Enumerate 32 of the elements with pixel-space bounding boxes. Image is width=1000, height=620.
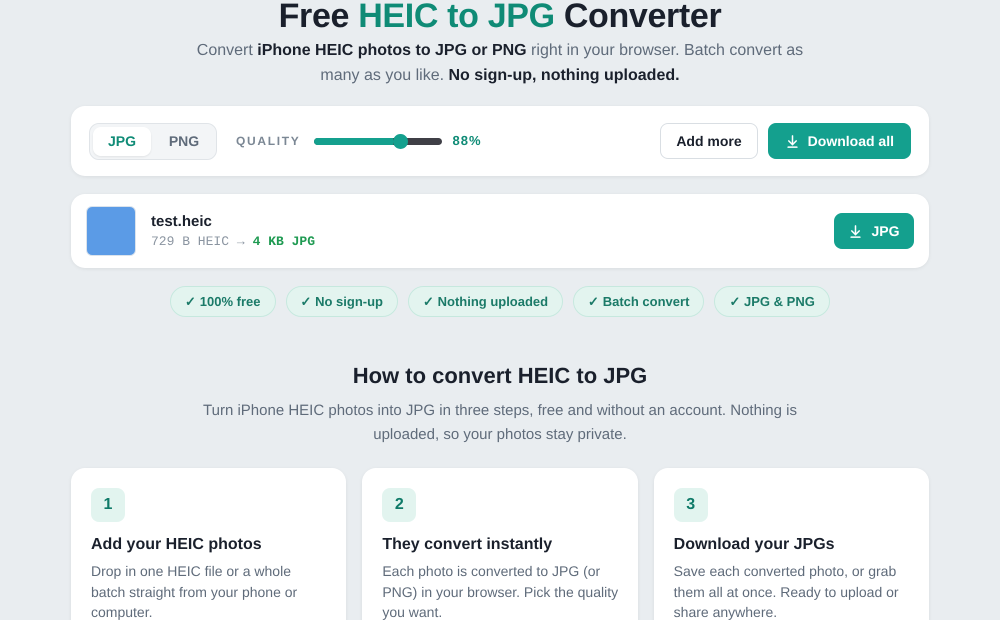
feature-badge: ✓ Nothing uploaded xyxy=(408,286,564,317)
download-jpg-button[interactable]: JPG xyxy=(834,213,914,249)
step-description: Save each converted photo, or grab them all at once. Ready to upload or share anywhere. xyxy=(674,562,900,620)
step-title: Add your HEIC photos xyxy=(91,535,262,555)
step-title: Download your JPGs xyxy=(674,535,835,555)
step-description: Each photo is converted to JPG (or PNG) in your browser. Pick the quality you want. xyxy=(382,562,620,620)
format-tab[interactable]: JPG xyxy=(93,126,151,156)
add-more-button[interactable]: Add more xyxy=(660,123,758,159)
download-icon xyxy=(784,134,800,148)
format-tab[interactable]: PNG xyxy=(155,126,213,156)
step-number: 2 xyxy=(382,488,416,522)
feature-badge: ✓ Batch convert xyxy=(573,286,704,317)
feature-badge: ✓ 100% free xyxy=(170,286,276,317)
quality-value: 88% xyxy=(452,132,482,150)
download-all-button[interactable]: Download all xyxy=(768,123,911,159)
converted-size: 4 KB JPG xyxy=(252,232,316,250)
step-number: 1 xyxy=(91,488,125,522)
photo-placeholder xyxy=(86,206,136,256)
section-intro: Turn iPhone HEIC photos into JPG in three steps, free and without an account. Nothing is uploaded, so your photos stay private. xyxy=(202,401,798,445)
section-heading: How to convert HEIC to JPG xyxy=(352,362,648,390)
original-size: 729 B HEIC → xyxy=(151,232,245,250)
feature-badge: ✓ No sign-up xyxy=(286,286,398,317)
step-number: 3 xyxy=(674,488,708,522)
quality-label: QUALITY xyxy=(236,133,300,150)
step-description: Drop in one HEIC file or a whole batch straight from your phone or computer. xyxy=(91,562,298,620)
page-subtitle: Convert iPhone HEIC photos to JPG or PNG right in your browser. Batch convert as many as you like. No sign-up, nothing uploaded. xyxy=(196,41,804,86)
step-title: They convert instantly xyxy=(382,535,552,555)
slider-thumb[interactable] xyxy=(393,134,408,148)
feature-badge: ✓ JPG & PNG xyxy=(714,286,830,317)
download-icon xyxy=(848,224,864,238)
file-name: test.heic xyxy=(151,212,213,232)
page-title: Free HEIC to JPG Converter xyxy=(278,0,722,32)
